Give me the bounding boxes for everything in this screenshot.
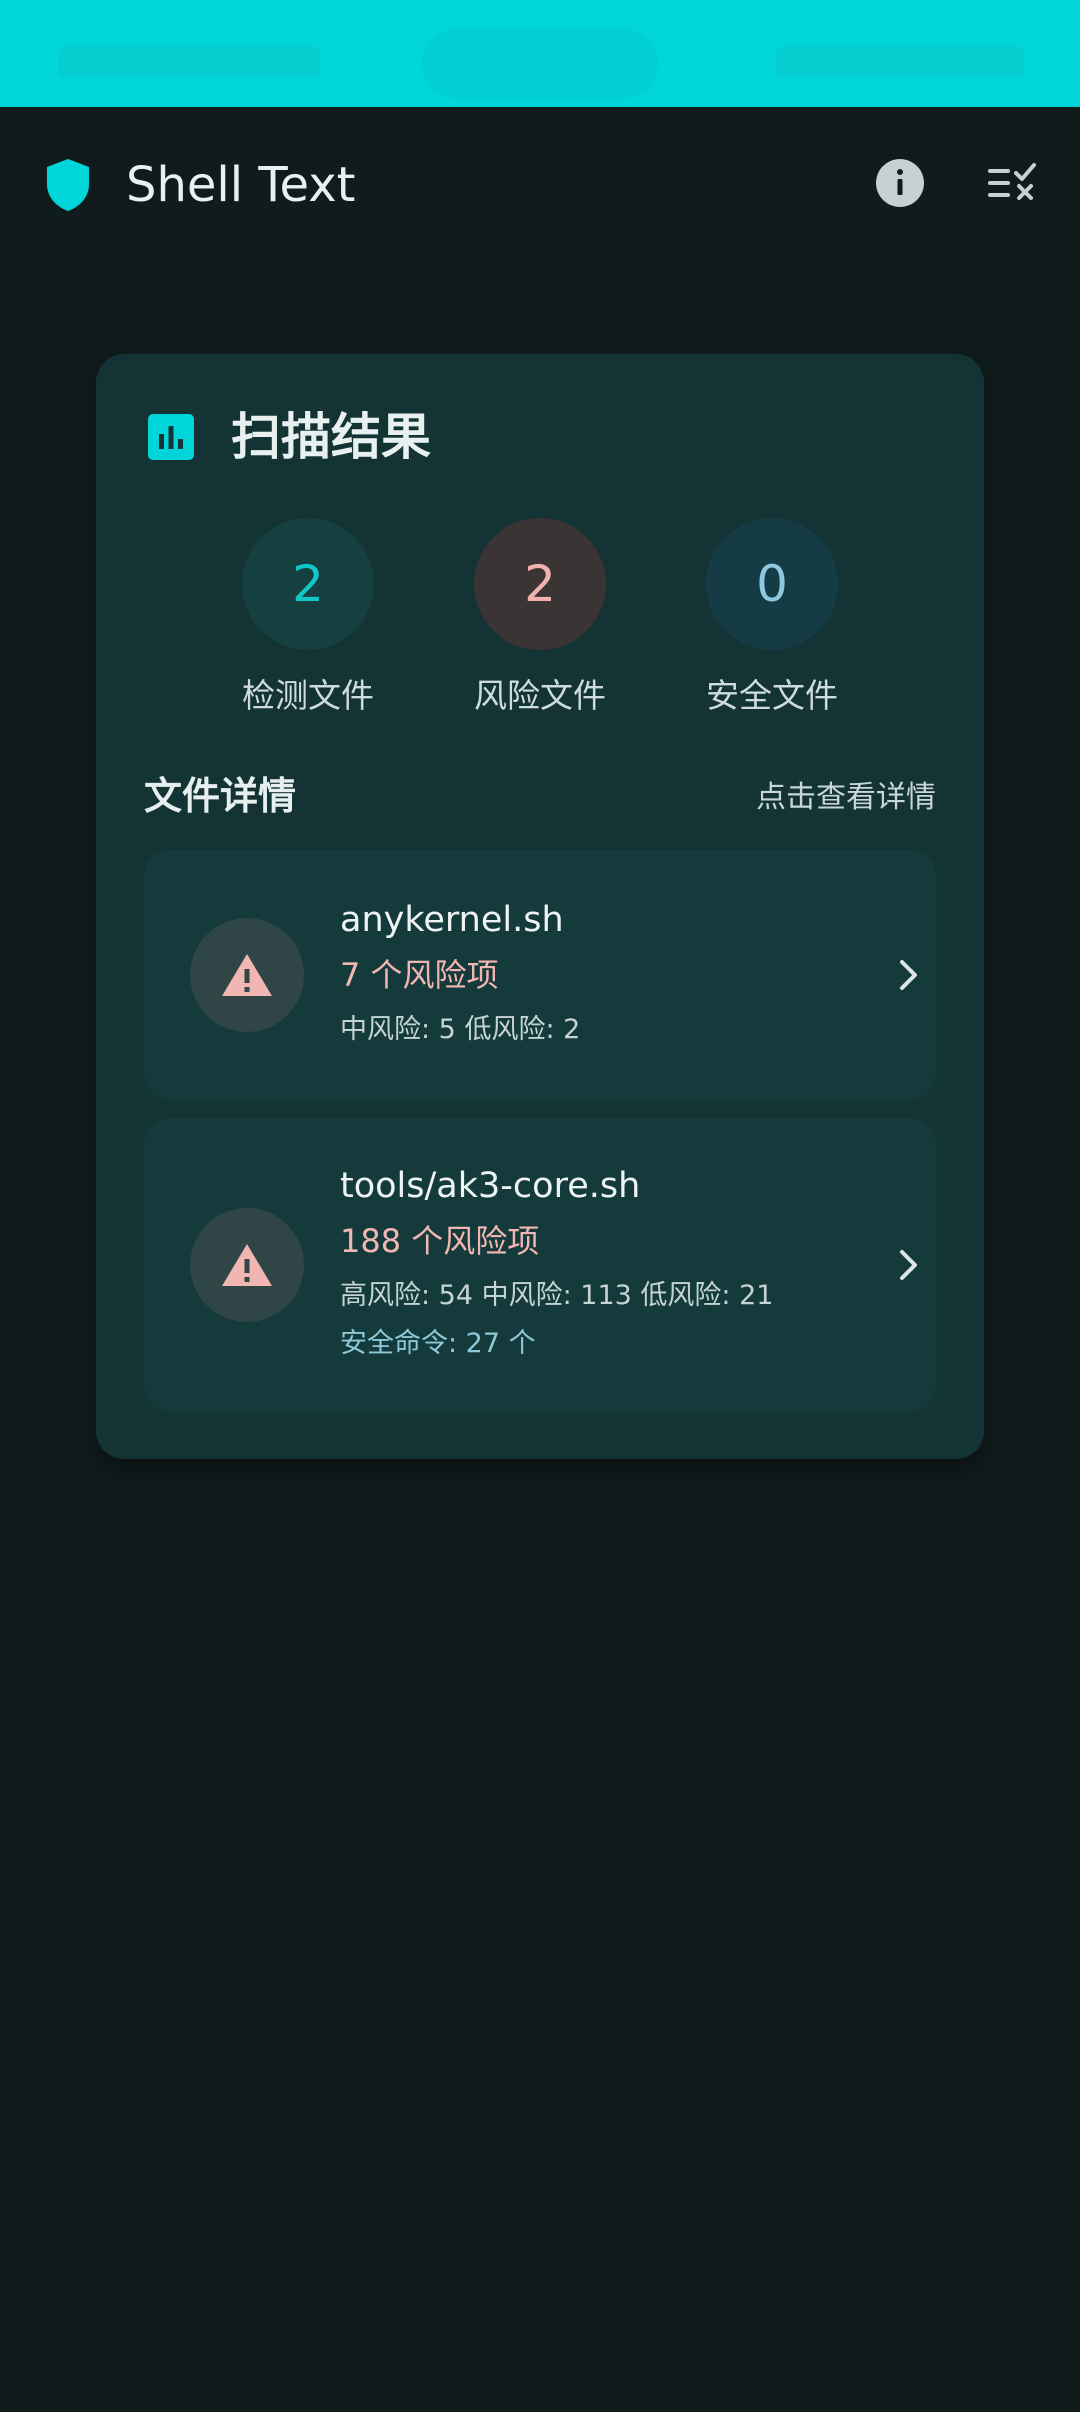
file-details-title: 文件详情	[144, 774, 297, 818]
view-details-link[interactable]: 点击查看详情	[756, 778, 936, 818]
stat-label: 检测文件	[242, 676, 374, 715]
status-notifications-blur	[58, 46, 320, 78]
status-bar	[0, 0, 1080, 107]
file-risk-detail: 高风险: 54 中风险: 113 低风险: 21	[340, 1280, 774, 1311]
file-item-anykernel[interactable]: anykernel.sh 7 个风险项 中风险: 5 低风险: 2	[144, 850, 936, 1100]
file-name: tools/ak3-core.sh	[340, 1166, 641, 1206]
warning-icon	[222, 1244, 272, 1286]
file-icon-wrap	[190, 1208, 304, 1322]
dynamic-island[interactable]	[422, 28, 658, 98]
app-title: Shell Text	[126, 157, 356, 213]
file-item-ak3-core[interactable]: tools/ak3-core.sh 188 个风险项 高风险: 54 中风险: …	[144, 1118, 936, 1412]
stat-label: 风险文件	[474, 676, 606, 715]
stat-safe-files: 0 安全文件	[672, 518, 872, 716]
info-icon[interactable]	[874, 157, 926, 209]
chevron-right-icon	[900, 960, 917, 990]
stat-risk-files: 2 风险文件	[440, 518, 640, 716]
file-risk-count: 7 个风险项	[340, 956, 499, 994]
app-bar: Shell Text	[0, 107, 1080, 263]
stat-detected-files: 2 检测文件	[208, 518, 408, 716]
file-name: anykernel.sh	[340, 900, 564, 940]
list-check-icon[interactable]	[986, 161, 1038, 205]
stat-label: 安全文件	[706, 676, 838, 715]
file-safe-commands: 安全命令: 27 个	[340, 1328, 536, 1359]
chevron-right-icon	[900, 1250, 917, 1280]
stat-circle: 2	[474, 518, 606, 650]
scan-result-title: 扫描结果	[231, 408, 431, 466]
stat-circle: 2	[242, 518, 374, 650]
stat-circle: 0	[706, 518, 838, 650]
file-risk-detail: 中风险: 5 低风险: 2	[340, 1014, 581, 1045]
shield-icon	[47, 159, 89, 211]
bar-chart-icon	[148, 414, 194, 460]
file-risk-count: 188 个风险项	[340, 1222, 540, 1260]
warning-icon	[222, 954, 272, 996]
scan-result-card: 扫描结果 2 检测文件 2 风险文件 0 安全文件 文件详情 点击查看详情 an…	[96, 354, 984, 1459]
status-system-icons-blur	[776, 46, 1024, 78]
file-icon-wrap	[190, 918, 304, 1032]
